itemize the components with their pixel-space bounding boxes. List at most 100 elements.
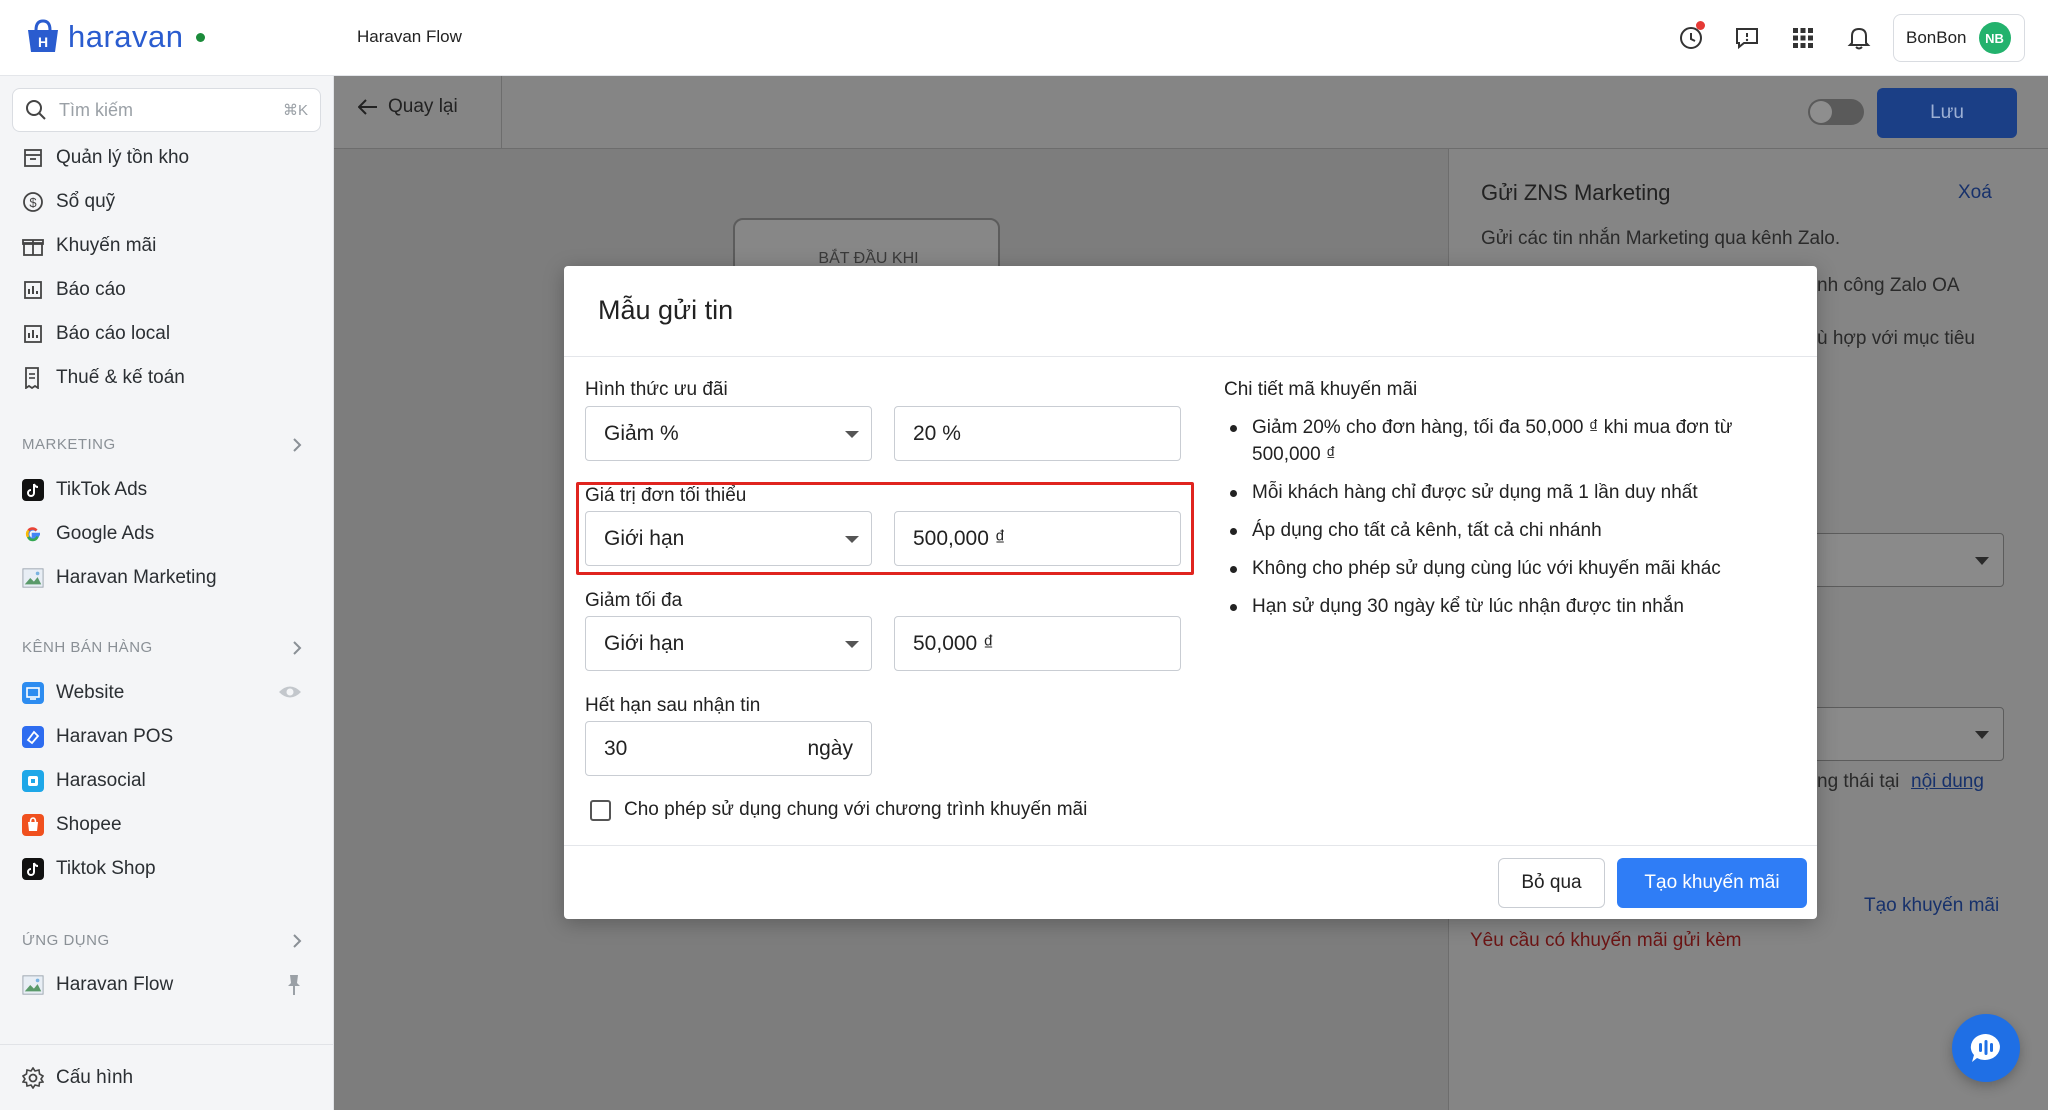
section-title: KÊNH BÁN HÀNG — [22, 639, 153, 656]
active-toggle[interactable] — [1808, 99, 1864, 125]
chat-support-button[interactable] — [1952, 1014, 2020, 1082]
combine-promotions-label[interactable]: Cho phép sử dụng chung với chương trình … — [624, 799, 1087, 821]
sidebar-item-cashbook[interactable]: $ Sổ quỹ — [22, 184, 115, 220]
sidebar-item-inventory[interactable]: Quản lý tồn kho — [22, 140, 189, 176]
sidebar-item-shopee[interactable]: Shopee — [22, 807, 122, 843]
search-input[interactable]: Tìm kiếm ⌘K — [12, 88, 321, 132]
svg-text:H: H — [38, 34, 48, 50]
caret-down-icon — [1975, 731, 1989, 739]
section-title: ỨNG DỤNG — [22, 932, 110, 949]
sidebar-item-haravan-flow[interactable]: Haravan Flow — [22, 967, 302, 1003]
caret-down-icon — [1975, 557, 1989, 565]
list-item: Mỗi khách hàng chỉ được sử dụng mã 1 lần… — [1224, 479, 1784, 506]
feedback-icon[interactable] — [1731, 22, 1763, 54]
haravan-logo[interactable]: H haravan — [22, 18, 205, 56]
modal-title: Mẫu gửi tin — [598, 295, 734, 325]
toolbar-divider — [501, 76, 502, 149]
sidebar-item-label: Website — [56, 682, 125, 703]
shopee-icon — [22, 814, 44, 836]
sidebar-item-tiktok-shop[interactable]: Tiktok Shop — [22, 851, 156, 887]
sidebar-item-label: Thuế & kế toán — [56, 367, 185, 388]
sidebar-divider — [0, 1044, 334, 1045]
logo-bag-icon: H — [22, 18, 64, 56]
pin-icon[interactable] — [286, 974, 302, 996]
sidebar-item-label: Haravan Marketing — [56, 567, 217, 588]
eye-icon[interactable] — [278, 683, 302, 701]
input-value: 500,000 ₫ — [913, 526, 1006, 550]
chart-icon — [22, 323, 44, 345]
user-name: BonBon — [1906, 28, 1967, 47]
chevron-right-icon — [292, 933, 302, 948]
arrow-left-icon — [358, 99, 378, 115]
google-icon — [22, 523, 44, 545]
dollar-icon: $ — [22, 191, 44, 213]
delete-step-link[interactable]: Xoá — [1958, 182, 1992, 204]
sidebar-item-haravan-pos[interactable]: Haravan POS — [22, 719, 173, 755]
sidebar-item-promotions[interactable]: Khuyến mãi — [22, 228, 156, 264]
section-marketing[interactable]: MARKETING — [22, 436, 302, 453]
sidebar-item-local-reports[interactable]: Báo cáo local — [22, 316, 170, 352]
cancel-button[interactable]: Bỏ qua — [1498, 858, 1605, 908]
create-promotion-link[interactable]: Tạo khuyến mãi — [1864, 895, 1999, 917]
sidebar-item-label: TikTok Ads — [56, 479, 148, 500]
section-apps[interactable]: ỨNG DỤNG — [22, 932, 302, 949]
list-item: Hạn sử dụng 30 ngày kể từ lúc nhận được … — [1224, 593, 1784, 620]
logo-text: haravan — [68, 19, 184, 54]
expire-label: Hết hạn sau nhận tin — [585, 695, 761, 716]
expire-days-input[interactable]: 30 ngày — [585, 721, 872, 776]
chart-icon — [22, 279, 44, 301]
details-title: Chi tiết mã khuyến mãi — [1224, 379, 1418, 400]
user-menu[interactable]: BonBon NB — [1893, 14, 2025, 62]
sidebar-item-settings[interactable]: Cấu hình — [22, 1060, 133, 1096]
sidebar-item-label: Báo cáo — [56, 279, 126, 300]
discount-value-input[interactable]: 20 % — [894, 406, 1181, 461]
sidebar-item-label: Sổ quỹ — [56, 191, 116, 212]
sidebar-item-label: Quản lý tồn kho — [56, 147, 190, 168]
bell-icon[interactable] — [1843, 22, 1875, 54]
list-item: Áp dụng cho tất cả kênh, tất cả chi nhán… — [1224, 517, 1784, 544]
content-link[interactable]: nội dung — [1911, 771, 1984, 793]
min-order-type-select[interactable]: Giới hạn — [585, 511, 872, 566]
sidebar-item-reports[interactable]: Báo cáo — [22, 272, 126, 308]
section-sales-channels[interactable]: KÊNH BÁN HÀNG — [22, 639, 302, 656]
panel-title: Gửi ZNS Marketing — [1481, 180, 1671, 205]
section-title: MARKETING — [22, 436, 116, 453]
sidebar-item-label: Cấu hình — [56, 1067, 134, 1088]
sidebar-item-label: Haravan POS — [56, 726, 174, 747]
pos-icon — [22, 726, 44, 748]
image-icon — [22, 974, 44, 996]
max-discount-type-select[interactable]: Giới hạn — [585, 616, 872, 671]
page-toolbar — [334, 76, 2048, 149]
min-order-value-input[interactable]: 500,000 ₫ — [894, 511, 1181, 566]
apps-grid-icon[interactable] — [1787, 22, 1819, 54]
sidebar-item-tiktok-ads[interactable]: TikTok Ads — [22, 472, 147, 508]
discount-type-select[interactable]: Giảm % — [585, 406, 872, 461]
modal-header: Mẫu gửi tin — [564, 266, 1817, 357]
back-button[interactable]: Quay lại — [358, 96, 458, 118]
sidebar-item-google-ads[interactable]: Google Ads — [22, 516, 154, 552]
svg-text:$: $ — [29, 195, 37, 210]
panel-text-fragment: ù hợp với mục tiêu — [1817, 328, 1975, 349]
search-placeholder: Tìm kiếm — [59, 99, 133, 120]
sidebar-item-tax[interactable]: Thuế & kế toán — [22, 360, 185, 396]
back-label: Quay lại — [388, 96, 458, 117]
chevron-right-icon — [292, 640, 302, 655]
create-promotion-button[interactable]: Tạo khuyến mãi — [1617, 858, 1807, 908]
sidebar-item-haravan-marketing[interactable]: Haravan Marketing — [22, 560, 217, 596]
combine-promotions-checkbox[interactable] — [590, 800, 611, 821]
update-icon[interactable] — [1675, 21, 1707, 54]
sidebar-item-harasocial[interactable]: Harasocial — [22, 763, 146, 799]
caret-down-icon — [845, 431, 859, 438]
template-modal: Mẫu gửi tin Hình thức ưu đãi Giảm % 20 %… — [564, 266, 1817, 919]
notification-dot — [1696, 21, 1705, 30]
sidebar-item-website[interactable]: Website — [22, 675, 302, 711]
max-discount-value-input[interactable]: 50,000 ₫ — [894, 616, 1181, 671]
input-unit: ngày — [807, 736, 853, 760]
sidebar: Tìm kiếm ⌘K Quản lý tồn kho $ Sổ quỹ Khu… — [0, 76, 334, 1110]
input-value: 30 — [604, 736, 628, 760]
app-title: Haravan Flow — [357, 27, 462, 46]
error-message: Yêu cầu có khuyến mãi gửi kèm — [1470, 930, 1742, 951]
sidebar-item-label: Harasocial — [56, 770, 146, 791]
save-button[interactable]: Lưu — [1877, 88, 2017, 138]
toggle-knob — [1810, 101, 1832, 123]
